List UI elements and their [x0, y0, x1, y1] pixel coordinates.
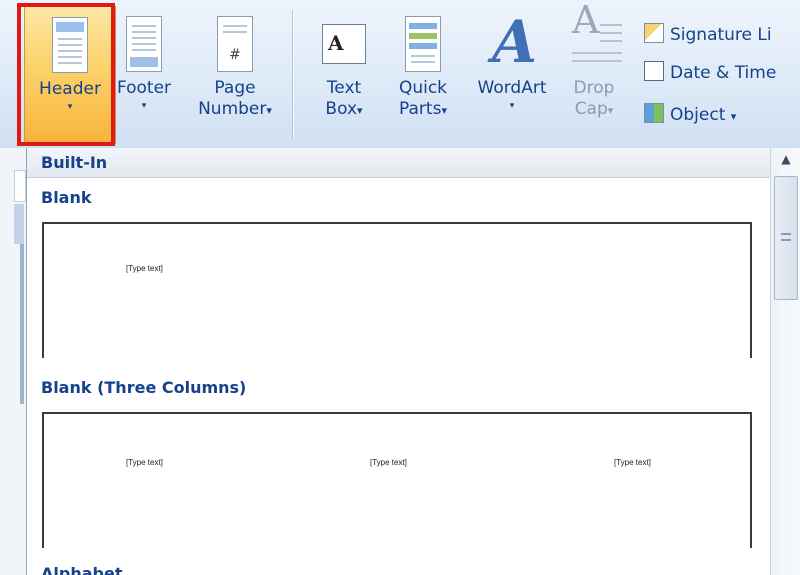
quick-parts-label-line1: Quick [398, 78, 448, 98]
placeholder-text: [Type text] [370, 458, 407, 467]
blank-three-columns-header-option[interactable]: [Type text] [Type text] [Type text] [42, 412, 752, 548]
text-box-icon: A [322, 16, 366, 72]
wordart-button[interactable]: A WordArt ▾ [466, 6, 558, 111]
scroll-up-icon[interactable]: ▲ [771, 148, 800, 170]
date-time-icon [644, 61, 664, 81]
date-time-button[interactable]: Date & Time [644, 60, 776, 86]
header-highlight-box [17, 3, 115, 146]
group-separator [292, 10, 293, 140]
footer-label: Footer [116, 78, 172, 98]
wordart-label: WordArt [477, 78, 547, 98]
footer-button[interactable]: Footer ▾ [112, 6, 176, 111]
signature-line-button[interactable]: Signature Li [644, 22, 772, 48]
header-gallery: Built-In Blank [Type text] Blank (Three … [26, 148, 771, 575]
object-button[interactable]: Object ▾ [644, 102, 736, 128]
object-dropdown-arrow-icon[interactable]: ▾ [731, 110, 737, 123]
page-number-dropdown-arrow-icon[interactable]: ▾ [266, 104, 272, 117]
gallery-item-title: Blank [41, 188, 92, 207]
blank-header-option[interactable]: [Type text] [42, 222, 752, 358]
placeholder-text: [Type text] [126, 264, 163, 273]
quick-parts-label-line2: Parts [399, 99, 442, 119]
drop-cap-label-line2: Cap [574, 99, 608, 119]
object-label: Object [670, 105, 726, 125]
text-box-button[interactable]: A Text Box▾ [313, 6, 375, 121]
wordart-dropdown-arrow-icon[interactable]: ▾ [466, 101, 558, 111]
text-box-dropdown-arrow-icon[interactable]: ▾ [357, 104, 363, 117]
gallery-scrollbar[interactable]: ▲ [770, 148, 800, 575]
drop-cap-label-line1: Drop [573, 78, 615, 98]
drop-cap-icon: A [572, 1, 622, 72]
page-number-icon: # [213, 16, 257, 72]
scrollbar-thumb[interactable] [774, 176, 798, 300]
placeholder-text: [Type text] [126, 458, 163, 467]
drop-cap-button[interactable]: A Drop Cap▾ [562, 1, 626, 121]
footer-icon [122, 16, 166, 72]
built-in-section-header: Built-In [27, 148, 771, 178]
page-number-label-line2: Number [198, 99, 267, 119]
page-number-label-line1: Page [214, 78, 256, 98]
object-icon [644, 103, 664, 123]
wordart-icon: A [492, 8, 538, 76]
placeholder-text: [Type text] [614, 458, 651, 467]
gallery-item-title: Alphabet [41, 564, 123, 575]
signature-line-icon [644, 23, 664, 43]
page-number-button[interactable]: # Page Number▾ [190, 6, 280, 121]
text-box-label-line2: Box [325, 99, 358, 119]
footer-dropdown-arrow-icon[interactable]: ▾ [112, 101, 176, 111]
gallery-item-title: Blank (Three Columns) [41, 378, 247, 397]
drop-cap-dropdown-arrow-icon[interactable]: ▾ [608, 104, 614, 117]
document-edge [0, 148, 26, 575]
quick-parts-dropdown-arrow-icon[interactable]: ▾ [441, 104, 447, 117]
quick-parts-icon [401, 16, 445, 72]
insert-ribbon: Header ▾ Footer ▾ # Page Number▾ A Text … [0, 0, 800, 149]
text-box-label-line1: Text [326, 78, 362, 98]
date-time-label: Date & Time [670, 63, 777, 83]
signature-line-label: Signature Li [670, 25, 772, 45]
quick-parts-button[interactable]: Quick Parts▾ [388, 6, 458, 121]
